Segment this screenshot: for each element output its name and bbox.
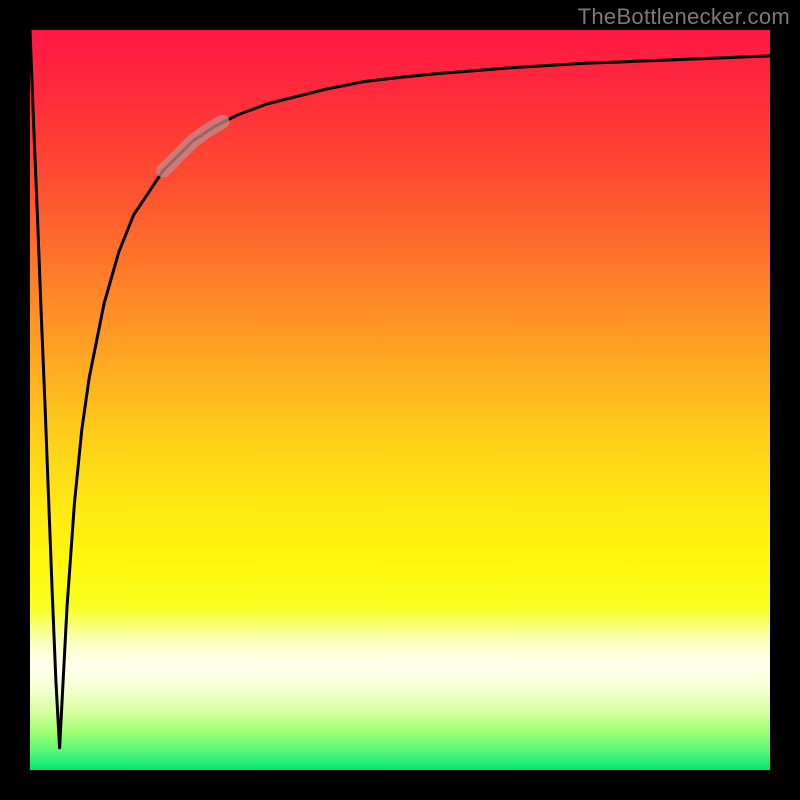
plot-area	[30, 30, 770, 770]
bottleneck-curve	[30, 30, 770, 748]
curve-svg	[30, 30, 770, 770]
watermark-text: TheBottlenecker.com	[578, 4, 790, 30]
chart-frame: TheBottlenecker.com	[0, 0, 800, 800]
highlight-overlay	[163, 122, 222, 171]
curve-group	[30, 30, 770, 748]
